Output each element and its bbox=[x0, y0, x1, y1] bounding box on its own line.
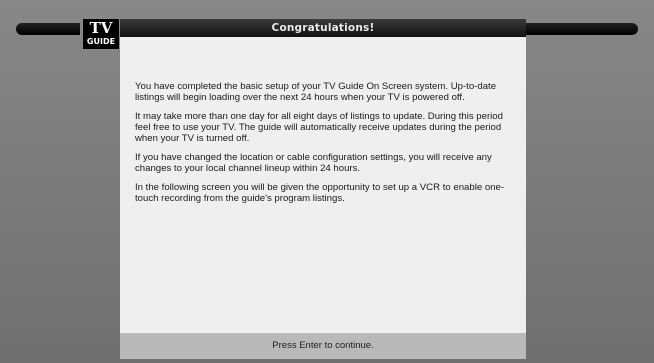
logo-tv-text: TV bbox=[89, 19, 113, 37]
continue-footer[interactable]: Press Enter to continue. bbox=[120, 333, 526, 359]
top-bar-right bbox=[526, 23, 638, 35]
tv-guide-logo: TV GUIDE bbox=[82, 18, 120, 50]
top-bar-left bbox=[16, 23, 80, 35]
title-bar: Congratulations! bbox=[120, 19, 526, 38]
message-body: You have completed the basic setup of yo… bbox=[135, 81, 520, 212]
paragraph-channel-lineup: If you have changed the location or cabl… bbox=[135, 152, 492, 174]
continue-prompt[interactable]: Press Enter to continue. bbox=[120, 333, 526, 359]
message-panel: You have completed the basic setup of yo… bbox=[120, 37, 526, 333]
screen-background: Congratulations! TV GUIDE You have compl… bbox=[0, 0, 654, 363]
paragraph-update-period: It may take more than one day for all ei… bbox=[135, 111, 503, 144]
page-title: Congratulations! bbox=[271, 22, 375, 34]
paragraph-setup-complete: You have completed the basic setup of yo… bbox=[135, 81, 497, 103]
logo-guide-text: GUIDE bbox=[86, 37, 116, 46]
paragraph-vcr-setup: In the following screen you will be give… bbox=[135, 182, 505, 204]
